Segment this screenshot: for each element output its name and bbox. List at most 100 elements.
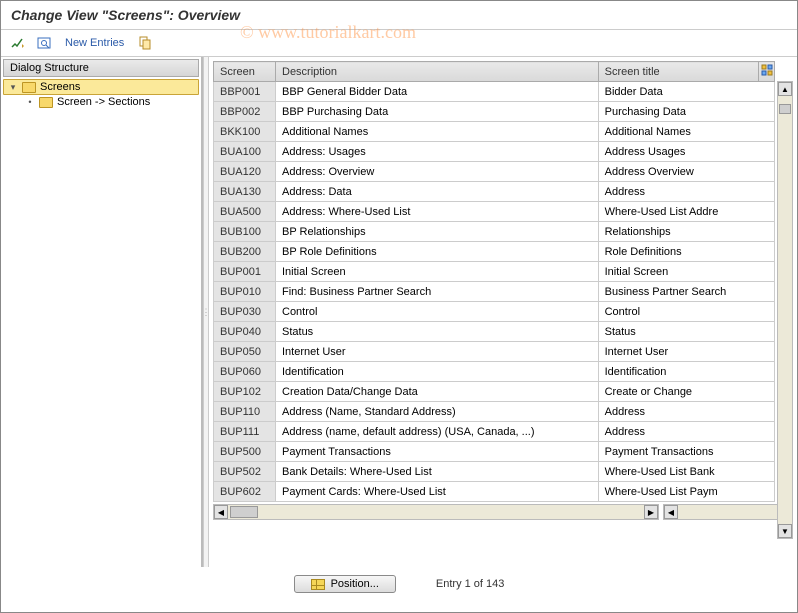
horizontal-scrollbar-title[interactable]: ◀ ▶ xyxy=(663,504,793,520)
table-row[interactable]: BUA100Address: UsagesAddress Usages xyxy=(214,142,775,162)
cell-description[interactable]: BP Role Definitions xyxy=(276,242,599,262)
cell-screen-title[interactable]: Business Partner Search xyxy=(598,282,774,302)
cell-screen-title[interactable]: Bidder Data xyxy=(598,82,774,102)
table-row[interactable]: BUP060IdentificationIdentification xyxy=(214,362,775,382)
table-row[interactable]: BUP040StatusStatus xyxy=(214,322,775,342)
toggle-display-icon[interactable] xyxy=(9,34,27,52)
table-row[interactable]: BUP602Payment Cards: Where-Used ListWher… xyxy=(214,482,775,502)
cell-screen-code[interactable]: BUA130 xyxy=(214,182,276,202)
cell-screen-code[interactable]: BUP030 xyxy=(214,302,276,322)
cell-screen-code[interactable]: BUA500 xyxy=(214,202,276,222)
new-entries-button[interactable]: New Entries xyxy=(61,37,128,49)
cell-screen-title[interactable]: Where-Used List Paym xyxy=(598,482,774,502)
cell-screen-title[interactable]: Control xyxy=(598,302,774,322)
cell-screen-code[interactable]: BUP001 xyxy=(214,262,276,282)
cell-description[interactable]: Address: Where-Used List xyxy=(276,202,599,222)
cell-screen-code[interactable]: BKK100 xyxy=(214,122,276,142)
cell-screen-code[interactable]: BUP050 xyxy=(214,342,276,362)
scroll-thumb[interactable] xyxy=(779,104,791,114)
cell-screen-code[interactable]: BUP500 xyxy=(214,442,276,462)
col-screen[interactable]: Screen xyxy=(214,62,276,82)
cell-screen-code[interactable]: BUP110 xyxy=(214,402,276,422)
cell-description[interactable]: Identification xyxy=(276,362,599,382)
cell-screen-title[interactable]: Payment Transactions xyxy=(598,442,774,462)
col-screen-title[interactable]: Screen title xyxy=(598,62,758,82)
cell-screen-title[interactable]: Address xyxy=(598,422,774,442)
cell-screen-title[interactable]: Create or Change xyxy=(598,382,774,402)
cell-screen-code[interactable]: BUP010 xyxy=(214,282,276,302)
table-row[interactable]: BUP030ControlControl xyxy=(214,302,775,322)
cell-screen-title[interactable]: Address xyxy=(598,402,774,422)
collapse-icon[interactable]: ▾ xyxy=(8,82,18,93)
table-row[interactable]: BKK100Additional NamesAdditional Names xyxy=(214,122,775,142)
table-row[interactable]: BUP111Address (name, default address) (U… xyxy=(214,422,775,442)
position-button[interactable]: Position... xyxy=(294,575,396,593)
table-row[interactable]: BUA130Address: DataAddress xyxy=(214,182,775,202)
cell-screen-code[interactable]: BUA100 xyxy=(214,142,276,162)
vertical-scrollbar[interactable]: ▲ ▼ xyxy=(777,81,793,539)
cell-description[interactable]: Creation Data/Change Data xyxy=(276,382,599,402)
table-row[interactable]: BUP500Payment TransactionsPayment Transa… xyxy=(214,442,775,462)
cell-screen-code[interactable]: BUP502 xyxy=(214,462,276,482)
table-row[interactable]: BUA120Address: OverviewAddress Overview xyxy=(214,162,775,182)
cell-screen-title[interactable]: Where-Used List Addre xyxy=(598,202,774,222)
table-row[interactable]: BUP010Find: Business Partner SearchBusin… xyxy=(214,282,775,302)
cell-description[interactable]: Address (name, default address) (USA, Ca… xyxy=(276,422,599,442)
select-view-icon[interactable] xyxy=(35,34,53,52)
cell-screen-title[interactable]: Where-Used List Bank xyxy=(598,462,774,482)
scroll-track[interactable] xyxy=(778,96,792,524)
table-row[interactable]: BUP502Bank Details: Where-Used ListWhere… xyxy=(214,462,775,482)
cell-description[interactable]: BBP Purchasing Data xyxy=(276,102,599,122)
cell-screen-code[interactable]: BUP111 xyxy=(214,422,276,442)
cell-description[interactable]: Initial Screen xyxy=(276,262,599,282)
cell-description[interactable]: Address (Name, Standard Address) xyxy=(276,402,599,422)
scroll-down-icon[interactable]: ▼ xyxy=(778,524,792,538)
tree-node-screens[interactable]: ▾ Screens xyxy=(3,79,199,95)
table-row[interactable]: BUP050Internet UserInternet User xyxy=(214,342,775,362)
cell-description[interactable]: Payment Transactions xyxy=(276,442,599,462)
cell-screen-code[interactable]: BBP002 xyxy=(214,102,276,122)
col-description[interactable]: Description xyxy=(276,62,599,82)
cell-description[interactable]: Payment Cards: Where-Used List xyxy=(276,482,599,502)
table-row[interactable]: BUP110Address (Name, Standard Address)Ad… xyxy=(214,402,775,422)
cell-screen-title[interactable]: Identification xyxy=(598,362,774,382)
cell-screen-code[interactable]: BUB100 xyxy=(214,222,276,242)
cell-screen-title[interactable]: Address Overview xyxy=(598,162,774,182)
table-row[interactable]: BUB200BP Role DefinitionsRole Definition… xyxy=(214,242,775,262)
cell-screen-code[interactable]: BBP001 xyxy=(214,82,276,102)
cell-description[interactable]: Control xyxy=(276,302,599,322)
table-config-button[interactable] xyxy=(759,62,775,82)
cell-screen-code[interactable]: BUP102 xyxy=(214,382,276,402)
cell-description[interactable]: Additional Names xyxy=(276,122,599,142)
cell-description[interactable]: Internet User xyxy=(276,342,599,362)
table-row[interactable]: BUB100BP RelationshipsRelationships xyxy=(214,222,775,242)
horizontal-scrollbar-main[interactable]: ◀ ▶ xyxy=(213,504,659,520)
cell-screen-title[interactable]: Internet User xyxy=(598,342,774,362)
cell-screen-title[interactable]: Initial Screen xyxy=(598,262,774,282)
cell-screen-title[interactable]: Status xyxy=(598,322,774,342)
scroll-left-icon[interactable]: ◀ xyxy=(214,505,228,519)
cell-description[interactable]: BP Relationships xyxy=(276,222,599,242)
table-row[interactable]: BUP001Initial ScreenInitial Screen xyxy=(214,262,775,282)
cell-screen-code[interactable]: BUP060 xyxy=(214,362,276,382)
cell-screen-title[interactable]: Additional Names xyxy=(598,122,774,142)
cell-screen-title[interactable]: Address xyxy=(598,182,774,202)
scroll-up-icon[interactable]: ▲ xyxy=(778,82,792,96)
scroll-left-icon[interactable]: ◀ xyxy=(664,505,678,519)
cell-description[interactable]: Address: Overview xyxy=(276,162,599,182)
scroll-right-icon[interactable]: ▶ xyxy=(644,505,658,519)
cell-description[interactable]: Address: Data xyxy=(276,182,599,202)
cell-screen-title[interactable]: Purchasing Data xyxy=(598,102,774,122)
cell-description[interactable]: Bank Details: Where-Used List xyxy=(276,462,599,482)
table-row[interactable]: BUP102Creation Data/Change DataCreate or… xyxy=(214,382,775,402)
cell-screen-code[interactable]: BUA120 xyxy=(214,162,276,182)
cell-screen-code[interactable]: BUP602 xyxy=(214,482,276,502)
cell-screen-code[interactable]: BUB200 xyxy=(214,242,276,262)
cell-description[interactable]: Status xyxy=(276,322,599,342)
table-row[interactable]: BBP002BBP Purchasing DataPurchasing Data xyxy=(214,102,775,122)
cell-screen-title[interactable]: Role Definitions xyxy=(598,242,774,262)
tree-node-screen-sections[interactable]: • Screen -> Sections xyxy=(3,95,199,109)
copy-icon[interactable] xyxy=(136,34,154,52)
table-row[interactable]: BUA500Address: Where-Used ListWhere-Used… xyxy=(214,202,775,222)
cell-screen-title[interactable]: Relationships xyxy=(598,222,774,242)
